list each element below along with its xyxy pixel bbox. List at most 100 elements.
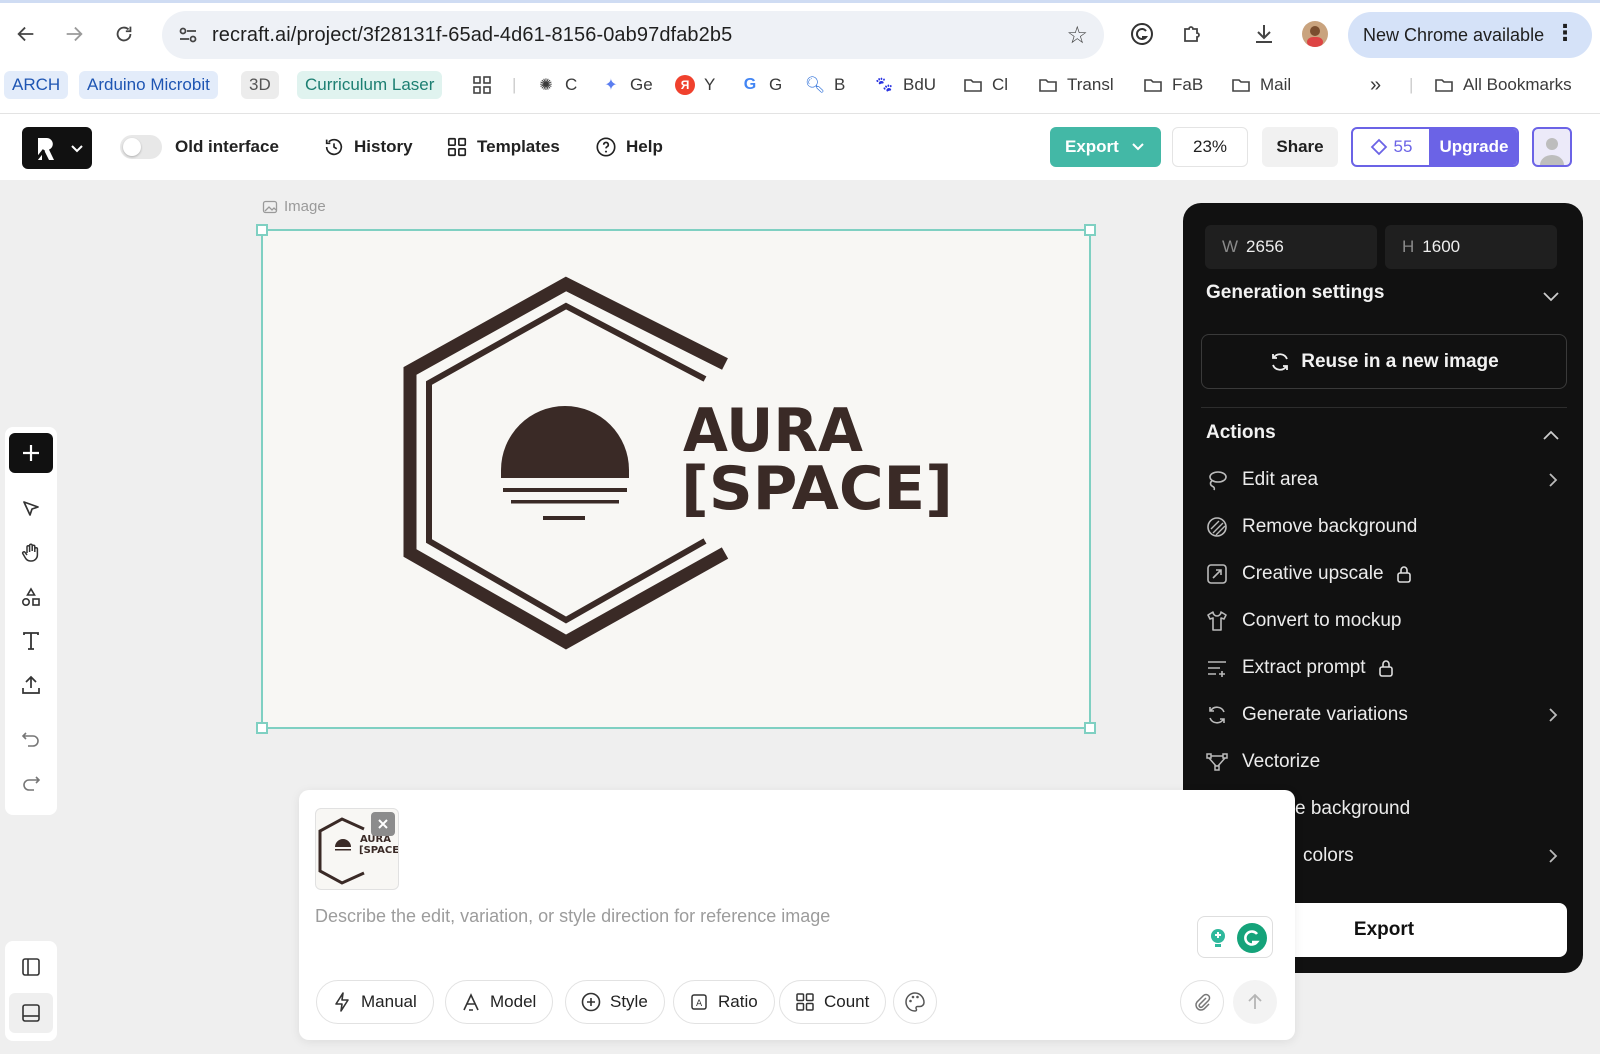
upload-tool[interactable] bbox=[9, 665, 53, 705]
paperclip-icon bbox=[1195, 993, 1211, 1011]
address-bar[interactable]: recraft.ai/project/3f28131f-65ad-4d61-81… bbox=[162, 11, 1104, 59]
select-tool[interactable] bbox=[9, 489, 53, 529]
action-creative-upscale[interactable]: Creative upscale bbox=[1205, 559, 1565, 589]
model-chip[interactable]: Model bbox=[445, 980, 554, 1024]
add-button[interactable] bbox=[9, 433, 53, 473]
count-chip[interactable]: Count bbox=[779, 980, 887, 1024]
color-palette-button[interactable] bbox=[893, 980, 937, 1024]
prompt-input[interactable] bbox=[315, 898, 1175, 934]
action-convert-to-mockup[interactable]: Convert to mockup bbox=[1205, 606, 1565, 636]
bookmark-folder-transl[interactable]: Transl bbox=[1038, 71, 1114, 99]
bookmark-label: ARCH bbox=[12, 75, 61, 94]
bookmark-bing[interactable]: 🔍︎ B bbox=[804, 71, 846, 99]
search-icon: 🔍︎ bbox=[804, 77, 826, 94]
undo-button[interactable] bbox=[9, 719, 53, 759]
bookmark-google[interactable]: GG bbox=[740, 71, 782, 99]
bookmark-arch[interactable]: ARCH bbox=[4, 71, 69, 99]
upload-icon bbox=[22, 675, 40, 694]
selected-image[interactable]: AURA [SPACE] bbox=[256, 224, 1096, 734]
action-vectorize[interactable]: Vectorize bbox=[1205, 747, 1565, 777]
bookmark-star-icon[interactable]: ☆ bbox=[1066, 21, 1088, 50]
resize-handle-bottom-left[interactable] bbox=[256, 722, 268, 734]
url-text[interactable]: recraft.ai/project/3f28131f-65ad-4d61-81… bbox=[212, 24, 732, 47]
resize-handle-bottom-right[interactable] bbox=[1084, 722, 1096, 734]
bookmark-curriculum-laser[interactable]: Curriculum Laser bbox=[297, 71, 443, 99]
chevron-down-icon[interactable] bbox=[1541, 286, 1561, 306]
new-chrome-available-button[interactable]: New Chrome available ⋮ bbox=[1348, 12, 1592, 58]
toggle-bottom-panel[interactable] bbox=[9, 993, 53, 1033]
user-avatar[interactable] bbox=[1532, 127, 1572, 167]
action-colors[interactable]: colors bbox=[1303, 841, 1565, 871]
bookmark-folder-fab[interactable]: FaB bbox=[1143, 71, 1203, 99]
height-label: H bbox=[1402, 237, 1415, 256]
reload-button[interactable] bbox=[110, 20, 138, 48]
action-edit-area[interactable]: Edit area bbox=[1205, 465, 1565, 495]
back-button[interactable] bbox=[12, 20, 40, 48]
width-value[interactable]: 2656 bbox=[1246, 237, 1284, 257]
reuse-in-new-image-button[interactable]: Reuse in a new image bbox=[1201, 334, 1567, 389]
mode-manual-chip[interactable]: Manual bbox=[316, 980, 434, 1024]
download-icon[interactable] bbox=[1251, 21, 1277, 47]
shapes-tool[interactable] bbox=[9, 577, 53, 617]
loading-bar bbox=[0, 0, 1600, 3]
height-field[interactable]: H 1600 bbox=[1385, 225, 1557, 269]
credits-value: 55 bbox=[1393, 137, 1413, 156]
app-toolbar: Old interface History Templates Help Exp… bbox=[0, 114, 1600, 180]
resize-handle-top-left[interactable] bbox=[256, 224, 268, 236]
chrome-menu-icon[interactable]: ⋮ bbox=[1554, 20, 1576, 46]
upgrade-button[interactable]: Upgrade bbox=[1429, 129, 1517, 165]
grammarly-widget[interactable] bbox=[1197, 916, 1273, 958]
bookmark-arduino-microbit[interactable]: Arduino Microbit bbox=[79, 71, 218, 99]
height-value[interactable]: 1600 bbox=[1422, 237, 1460, 257]
apps-grid-icon[interactable] bbox=[472, 71, 492, 99]
chevron-right-icon bbox=[1549, 849, 1558, 863]
generation-settings-header[interactable]: Generation settings bbox=[1206, 282, 1384, 304]
bookmark-baidu[interactable]: 🐾︎ BdU bbox=[874, 71, 936, 99]
action-change-background[interactable]: e background bbox=[1295, 794, 1600, 824]
credits-counter[interactable]: 55 bbox=[1353, 129, 1429, 165]
ratio-chip[interactable]: A Ratio bbox=[673, 980, 775, 1024]
site-settings-icon[interactable] bbox=[176, 23, 200, 47]
more-bookmarks-button[interactable]: » bbox=[1370, 71, 1381, 99]
old-interface-toggle[interactable] bbox=[120, 135, 162, 159]
bookmark-folder-cl[interactable]: Cl bbox=[963, 71, 1008, 99]
zoom-level[interactable]: 23% bbox=[1172, 127, 1248, 167]
remove-reference-button[interactable] bbox=[371, 812, 395, 836]
close-icon bbox=[378, 819, 388, 829]
text-tool[interactable] bbox=[9, 621, 53, 661]
all-bookmarks-button[interactable]: All Bookmarks bbox=[1434, 71, 1572, 99]
width-field[interactable]: W 2656 bbox=[1205, 225, 1377, 269]
templates-button[interactable]: Templates bbox=[446, 134, 560, 160]
submit-button[interactable] bbox=[1233, 980, 1277, 1024]
redo-button[interactable] bbox=[9, 763, 53, 803]
reuse-label: Reuse in a new image bbox=[1301, 350, 1499, 372]
action-generate-variations[interactable]: Generate variations bbox=[1205, 700, 1565, 730]
bookmark-gemini[interactable]: ✦ Ge bbox=[601, 71, 652, 99]
export-button[interactable]: Export bbox=[1050, 127, 1161, 167]
actions-header[interactable]: Actions bbox=[1206, 422, 1276, 444]
bookmark-yandex[interactable]: ЯY bbox=[675, 71, 715, 99]
action-remove-background[interactable]: Remove background bbox=[1205, 512, 1565, 542]
bookmark-label: Arduino Microbit bbox=[87, 75, 210, 94]
bookmark-chatgpt[interactable]: ✺ C bbox=[536, 71, 577, 99]
help-button[interactable]: Help bbox=[595, 134, 663, 160]
action-extract-prompt[interactable]: Extract prompt bbox=[1205, 653, 1565, 683]
share-button[interactable]: Share bbox=[1262, 127, 1338, 167]
forward-button[interactable] bbox=[60, 20, 88, 48]
workspace-menu-button[interactable] bbox=[22, 127, 92, 169]
profile-avatar[interactable] bbox=[1302, 21, 1328, 47]
chevron-down-icon[interactable] bbox=[1129, 137, 1147, 155]
grammarly-extension-icon[interactable] bbox=[1129, 21, 1155, 47]
resize-handle-top-right[interactable] bbox=[1084, 224, 1096, 236]
history-button[interactable]: History bbox=[323, 134, 413, 160]
hand-tool[interactable] bbox=[9, 533, 53, 573]
style-chip[interactable]: Style bbox=[565, 980, 665, 1024]
bookmark-folder-mail[interactable]: Mail bbox=[1231, 71, 1291, 99]
bookmarks-bar: ARCH Arduino Microbit 3D Curriculum Lase… bbox=[0, 68, 1600, 104]
help-circle-icon bbox=[596, 137, 616, 157]
attach-button[interactable] bbox=[1180, 980, 1224, 1024]
chevron-up-icon[interactable] bbox=[1541, 426, 1561, 446]
bookmark-3d[interactable]: 3D bbox=[241, 71, 279, 99]
extensions-puzzle-icon[interactable] bbox=[1179, 21, 1205, 47]
toggle-layers-panel[interactable] bbox=[9, 947, 53, 987]
